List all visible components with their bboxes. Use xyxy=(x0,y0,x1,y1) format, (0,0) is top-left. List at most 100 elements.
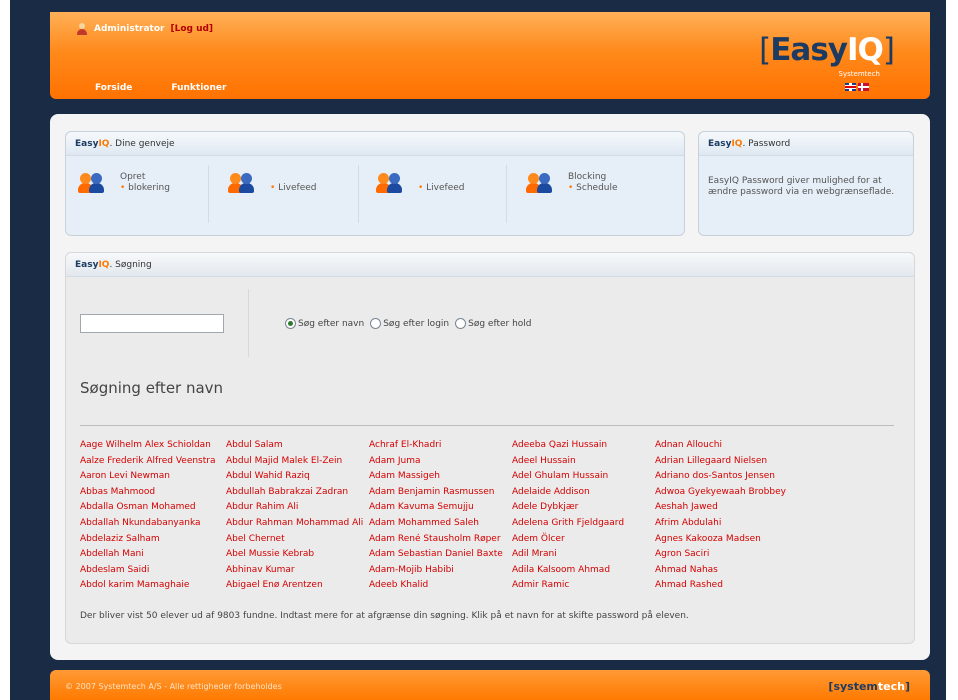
people-icon xyxy=(228,173,258,193)
student-link[interactable]: Adeel Hussain xyxy=(512,454,655,470)
student-link[interactable]: Abdallah Nkundabanyanka xyxy=(80,516,226,532)
shortcut-opret-blokering[interactable]: Opret • blokering xyxy=(78,172,170,194)
student-link[interactable]: Afrim Abdulahi xyxy=(655,516,815,532)
shortcut-label-line2: blokering xyxy=(128,183,170,193)
student-link[interactable]: Adam Sebastian Daniel Baxte xyxy=(369,547,512,563)
results-column: Aage Wilhelm Alex Schioldan Aalze Freder… xyxy=(80,438,226,594)
student-link[interactable]: Ahmad Nahas xyxy=(655,563,815,579)
student-link[interactable]: Adrian Lillegaard Nielsen xyxy=(655,454,815,470)
student-link[interactable]: Admir Ramic xyxy=(512,578,655,594)
radio-search-name[interactable]: Søg efter navn xyxy=(285,318,364,329)
student-link[interactable]: Abdul Salam xyxy=(226,438,369,454)
student-link[interactable]: Abdul Majid Malek El-Zein xyxy=(226,454,369,470)
shortcut-livefeed-1[interactable]: • Livefeed xyxy=(228,172,317,194)
student-link[interactable]: Abdalla Osman Mohamed xyxy=(80,500,226,516)
shortcuts-panel: EasyIQ. Dine genveje Opret • blokering •… xyxy=(65,131,685,236)
student-link[interactable]: Ahmad Rashed xyxy=(655,578,815,594)
student-link[interactable]: Abdur Rahman Mohammad Ali xyxy=(226,516,369,532)
student-link[interactable]: Adelena Grith Fjeldgaard xyxy=(512,516,655,532)
student-link[interactable]: Aalze Frederik Alfred Veenstra xyxy=(80,454,226,470)
student-link[interactable]: Abdeslam Saidi xyxy=(80,563,226,579)
nav-funktioner[interactable]: Funktioner xyxy=(171,83,226,93)
shortcut-livefeed-2[interactable]: • Livefeed xyxy=(376,172,465,194)
shortcut-label-line2: Schedule xyxy=(576,183,618,193)
results-grid: Aage Wilhelm Alex Schioldan Aalze Freder… xyxy=(80,438,815,594)
student-link[interactable]: Achraf El-Khadri xyxy=(369,438,512,454)
shortcut-label-line2: Livefeed xyxy=(278,183,317,193)
student-link[interactable]: Abdur Rahim Ali xyxy=(226,500,369,516)
student-link[interactable]: Adil Mrani xyxy=(512,547,655,563)
student-link[interactable]: Aage Wilhelm Alex Schioldan xyxy=(80,438,226,454)
easyiq-logo: [EasyIQ] Systemtech xyxy=(759,32,895,78)
user-info: Administrator [Log ud] xyxy=(77,23,213,35)
student-link[interactable]: Adelaide Addison xyxy=(512,485,655,501)
copyright-text: © 2007 Systemtech A/S - Alle rettigheder… xyxy=(65,682,282,691)
student-link[interactable]: Adila Kalsoom Ahmad xyxy=(512,563,655,579)
radio-unchecked-icon[interactable] xyxy=(455,318,467,329)
student-link[interactable]: Abdelaziz Salham xyxy=(80,532,226,548)
student-link[interactable]: Adam René Stausholm Røper xyxy=(369,532,512,548)
student-link[interactable]: Abdullah Babrakzai Zadran xyxy=(226,485,369,501)
nav-forside[interactable]: Forside xyxy=(95,83,132,93)
student-link[interactable]: Agron Saciri xyxy=(655,547,815,563)
dk-flag-icon[interactable] xyxy=(858,83,869,91)
uk-flag-icon[interactable] xyxy=(845,83,856,91)
radio-search-hold[interactable]: Søg efter hold xyxy=(455,318,532,329)
people-icon xyxy=(78,173,108,193)
student-link[interactable]: Adam-Mojib Habibi xyxy=(369,563,512,579)
student-link[interactable]: Adem Ölcer xyxy=(512,532,655,548)
radio-unchecked-icon[interactable] xyxy=(370,318,382,329)
main-nav: Forside Funktioner xyxy=(95,83,226,93)
student-link[interactable]: Adam Massigeh xyxy=(369,469,512,485)
radio-checked-icon[interactable] xyxy=(285,318,296,329)
student-link[interactable]: Aaron Levi Newman xyxy=(80,469,226,485)
student-link[interactable]: Adam Kavuma Semujju xyxy=(369,500,512,516)
divider xyxy=(80,425,894,426)
shortcuts-title: EasyIQ. Dine genveje xyxy=(66,132,684,156)
student-link[interactable]: Abdol karim Mamaghaie xyxy=(80,578,226,594)
radio-search-login[interactable]: Søg efter login xyxy=(370,318,449,329)
password-description: EasyIQ Password giver mulighed for at æn… xyxy=(708,176,895,197)
search-input[interactable] xyxy=(80,314,224,333)
student-link[interactable]: Abbas Mahmood xyxy=(80,485,226,501)
shortcut-blocking-schedule[interactable]: Blocking • Schedule xyxy=(526,172,618,194)
student-link[interactable]: Adel Ghulam Hussain xyxy=(512,469,655,485)
results-heading: Søgning efter navn xyxy=(80,379,224,397)
people-icon xyxy=(376,173,406,193)
student-link[interactable]: Adeeba Qazi Hussain xyxy=(512,438,655,454)
user-icon xyxy=(77,23,87,35)
search-mode-radios: Søg efter navn Søg efter login Søg efter… xyxy=(285,318,538,329)
password-panel: EasyIQ. Password EasyIQ Password giver m… xyxy=(698,131,914,236)
student-link[interactable]: Adriano dos-Santos Jensen xyxy=(655,469,815,485)
results-column: Abdul Salam Abdul Majid Malek El-Zein Ab… xyxy=(226,438,369,594)
student-link[interactable]: Aeshah Jawed xyxy=(655,500,815,516)
student-link[interactable]: Adele Dybkjær xyxy=(512,500,655,516)
shortcut-label-line2: Livefeed xyxy=(426,183,465,193)
student-link[interactable]: Abel Mussie Kebrab xyxy=(226,547,369,563)
student-link[interactable]: Adwoa Gyekyewaah Brobbey xyxy=(655,485,815,501)
student-link[interactable]: Abel Chernet xyxy=(226,532,369,548)
results-column: Adnan Allouchi Adrian Lillegaard Nielsen… xyxy=(655,438,815,594)
student-link[interactable]: Abhinav Kumar xyxy=(226,563,369,579)
student-link[interactable]: Agnes Kakooza Madsen xyxy=(655,532,815,548)
student-link[interactable]: Abdul Wahid Raziq xyxy=(226,469,369,485)
username: Administrator xyxy=(94,24,165,34)
header-bar: Administrator [Log ud] Forside Funktione… xyxy=(50,12,930,99)
divider xyxy=(208,165,209,223)
student-link[interactable]: Abigael Enø Arentzen xyxy=(226,578,369,594)
footer-bar: © 2007 Systemtech A/S - Alle rettigheder… xyxy=(50,670,930,700)
student-link[interactable]: Abdellah Mani xyxy=(80,547,226,563)
student-link[interactable]: Adeeb Khalid xyxy=(369,578,512,594)
student-link[interactable]: Adam Benjamin Rasmussen xyxy=(369,485,512,501)
people-icon xyxy=(526,173,556,193)
language-flags xyxy=(845,83,869,91)
student-link[interactable]: Adam Mohammed Saleh xyxy=(369,516,512,532)
results-note: Der bliver vist 50 elever ud af 9803 fun… xyxy=(80,611,689,621)
results-column: Achraf El-Khadri Adam Juma Adam Massigeh… xyxy=(369,438,512,594)
student-link[interactable]: Adnan Allouchi xyxy=(655,438,815,454)
logo-subtitle: Systemtech xyxy=(838,70,880,78)
logout-link[interactable]: [Log ud] xyxy=(170,24,213,34)
divider xyxy=(248,289,249,357)
student-link[interactable]: Adam Juma xyxy=(369,454,512,470)
systemtech-logo: [systemtech] xyxy=(828,680,910,693)
